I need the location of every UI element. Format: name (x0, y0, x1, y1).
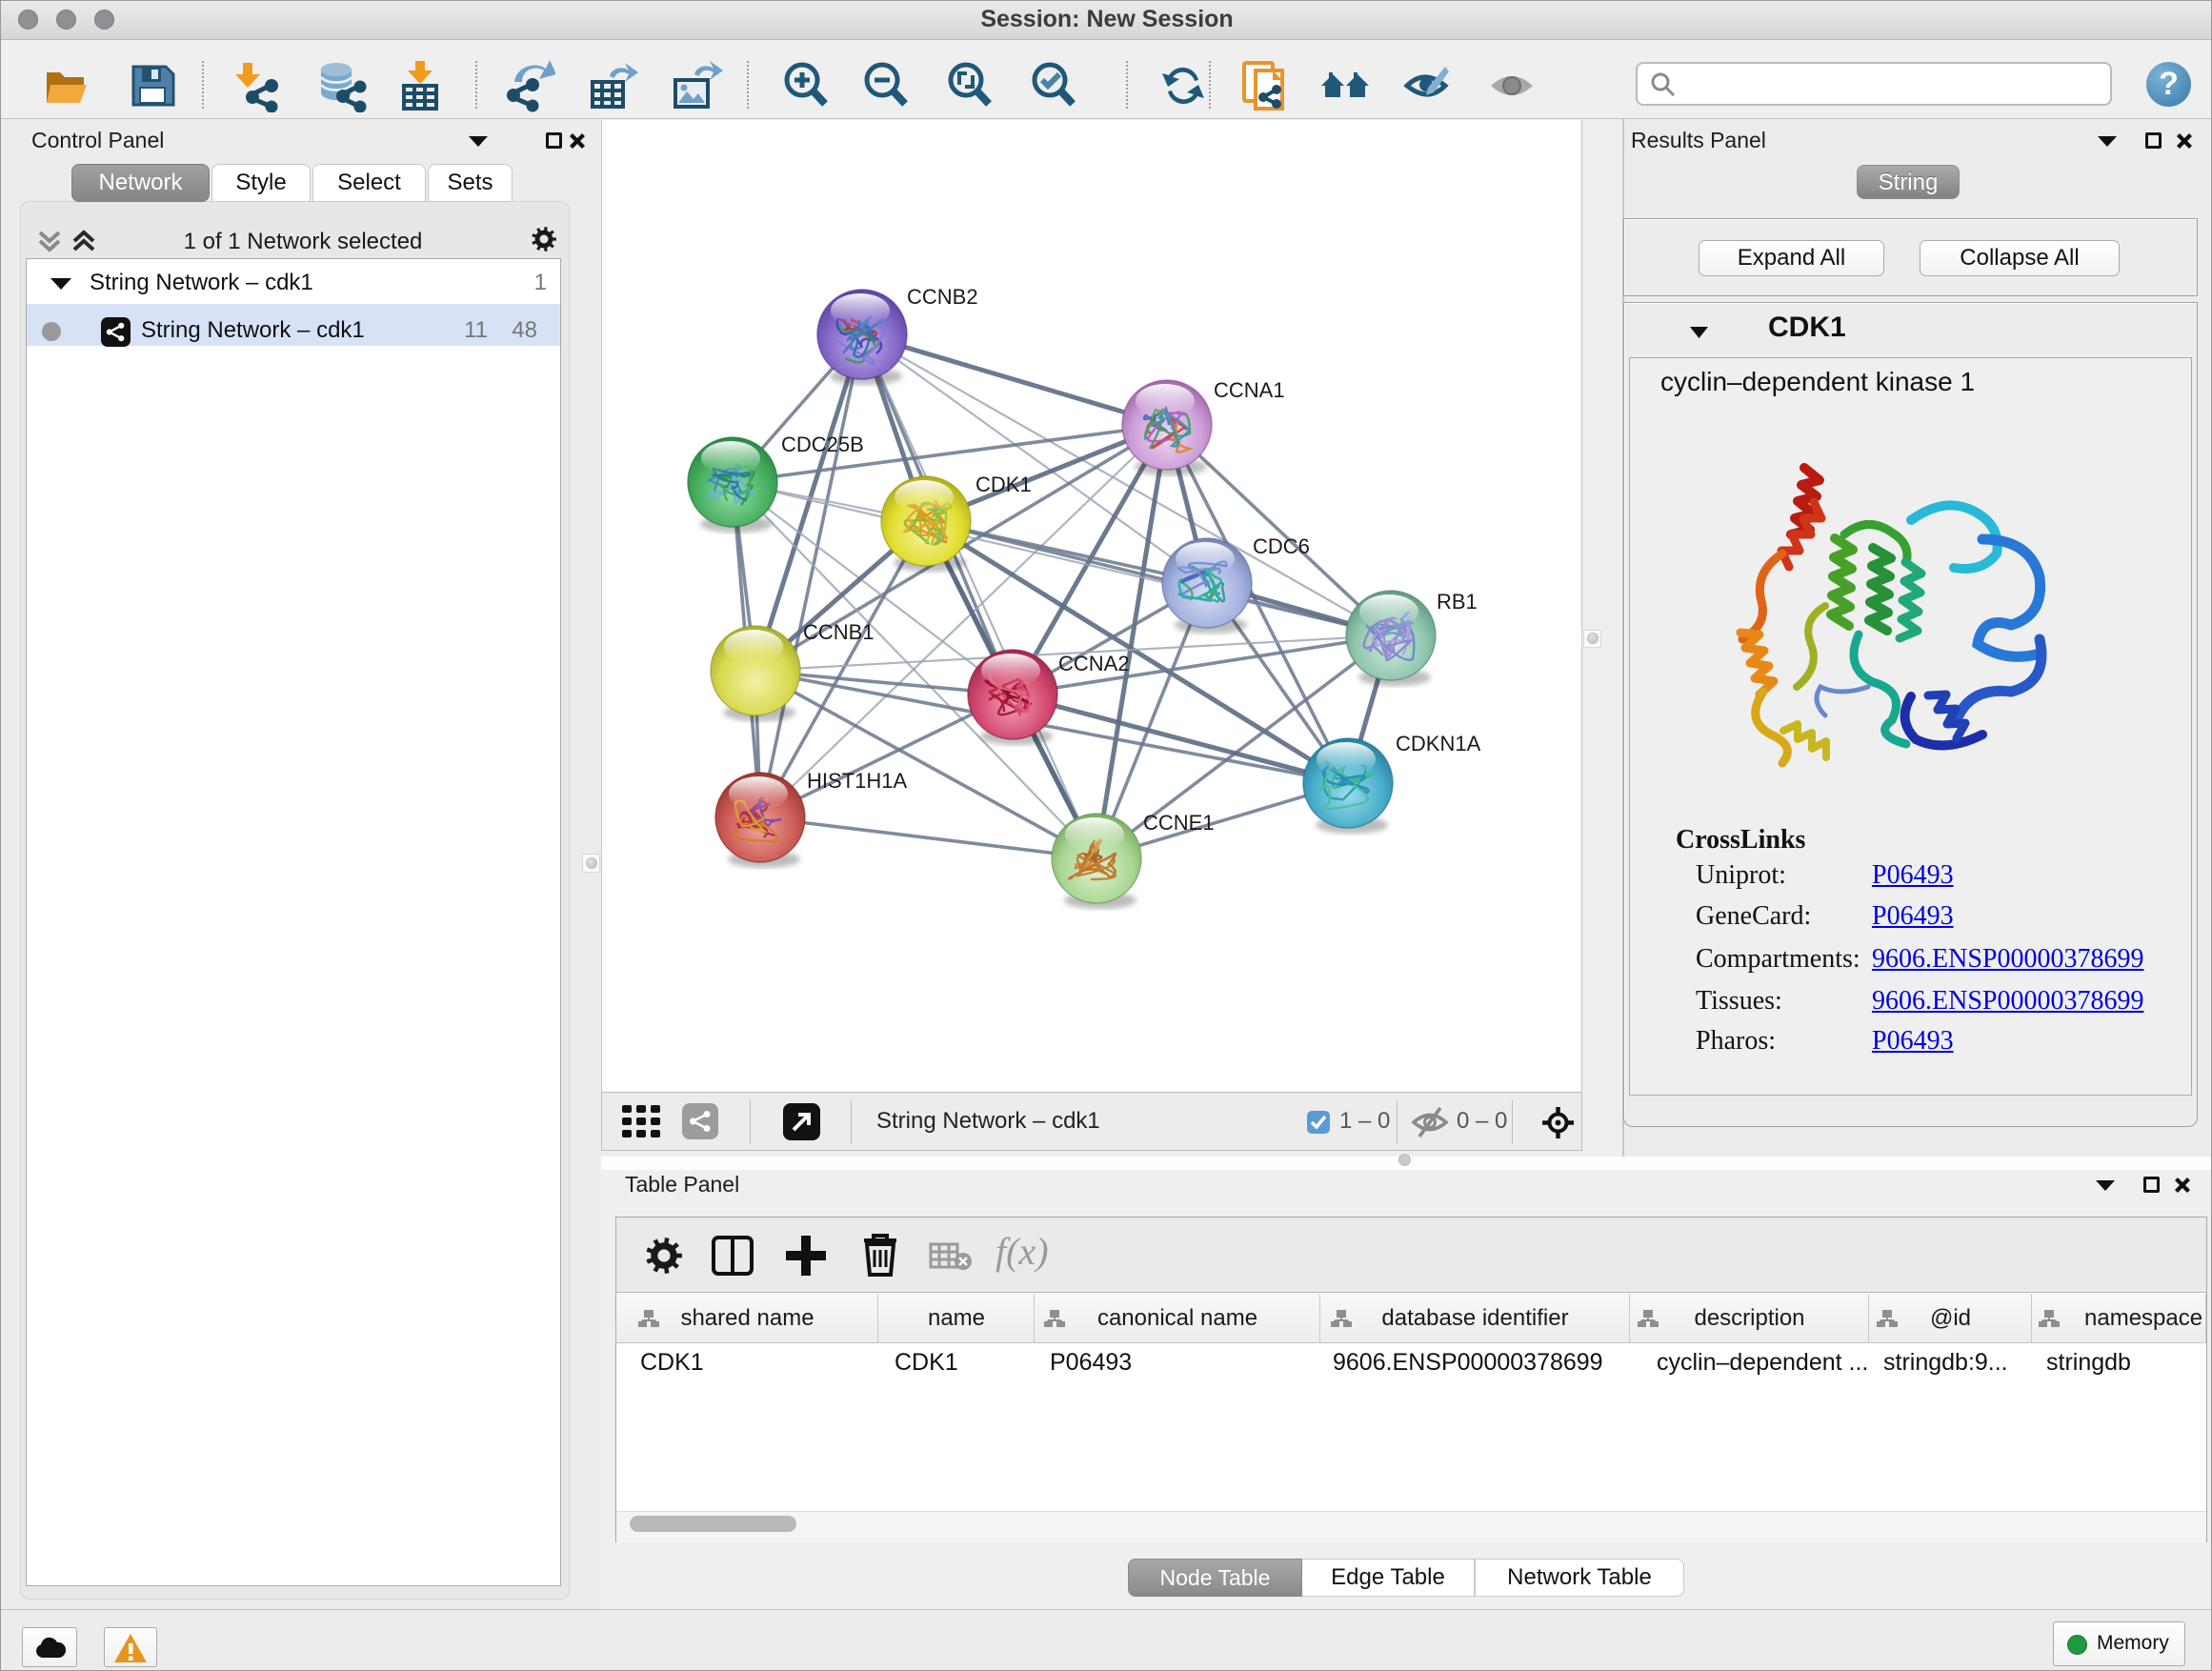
svg-text:RB1: RB1 (1437, 590, 1478, 614)
svg-text:CCNE1: CCNE1 (1143, 811, 1215, 835)
svg-text:CDK1: CDK1 (975, 473, 1032, 496)
svg-text:CCNA1: CCNA1 (1214, 378, 1285, 402)
svg-text:CDKN1A: CDKN1A (1396, 732, 1481, 755)
svg-text:CCNB1: CCNB1 (803, 620, 875, 644)
svg-text:CDC25B: CDC25B (781, 433, 864, 456)
svg-text:CDC6: CDC6 (1253, 534, 1310, 558)
svg-text:HIST1H1A: HIST1H1A (807, 769, 907, 793)
svg-text:CCNB2: CCNB2 (907, 285, 978, 309)
svg-text:CCNA2: CCNA2 (1058, 652, 1130, 675)
